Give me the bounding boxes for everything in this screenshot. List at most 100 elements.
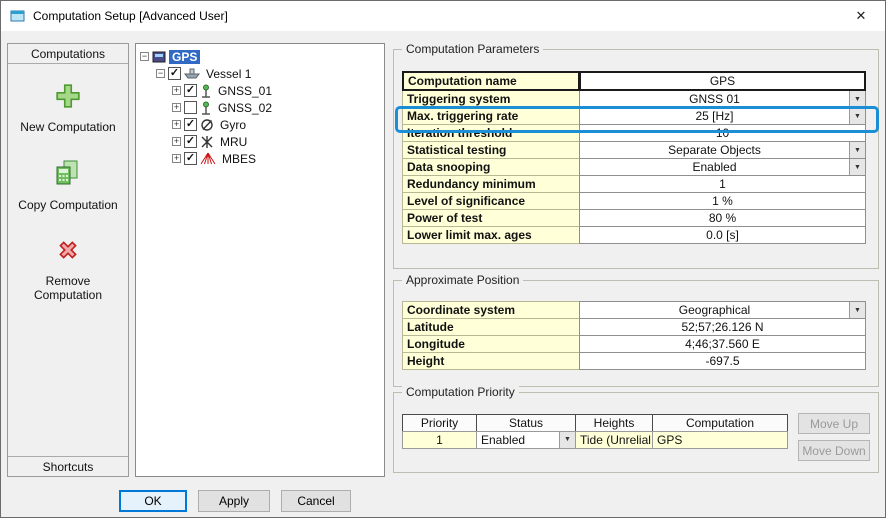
gyro-checkbox[interactable]: ✓ (184, 118, 197, 131)
param-label: Max. triggering rate (402, 107, 580, 125)
data-snooping-select[interactable]: Enabled▼ (579, 158, 866, 176)
mbes-checkbox[interactable]: ✓ (184, 152, 197, 165)
level-of-significance-value[interactable]: 1 % (579, 192, 866, 210)
group-title: Approximate Position (402, 273, 523, 287)
expand-toggle[interactable]: + (172, 103, 181, 112)
dropdown-arrow-icon[interactable]: ▼ (559, 432, 575, 448)
vessel-icon (184, 67, 200, 80)
height-value[interactable]: -697.5 (579, 352, 866, 370)
tree-item-vessel[interactable]: Vessel 1 (203, 67, 254, 81)
param-label: Triggering system (402, 90, 580, 108)
statistical-testing-select[interactable]: Separate Objects▼ (579, 141, 866, 159)
triggering-system-select[interactable]: GNSS 01▼ (579, 90, 866, 108)
gnss-antenna-icon (200, 101, 212, 115)
gnss02-checkbox[interactable] (184, 101, 197, 114)
param-label: Redundancy minimum (402, 175, 580, 193)
expand-toggle[interactable]: + (172, 86, 181, 95)
expand-toggle[interactable]: − (156, 69, 165, 78)
tree-item-mru[interactable]: MRU (217, 135, 250, 149)
move-down-button[interactable]: Move Down (798, 440, 870, 461)
cancel-button[interactable]: Cancel (281, 490, 351, 512)
dropdown-arrow-icon[interactable]: ▼ (849, 108, 865, 124)
tree-item-gps[interactable]: GPS (169, 50, 200, 64)
param-label: Coordinate system (402, 301, 580, 319)
vessel-checkbox[interactable]: ✓ (168, 67, 181, 80)
computation-setup-window: Computation Setup [Advanced User] ✕ Comp… (0, 0, 886, 518)
longitude-value[interactable]: 4;46;37.560 E (579, 335, 866, 353)
tree-row-gps: − GPS (138, 48, 382, 65)
param-row: Power of test 80 % (402, 209, 866, 227)
param-row: Max. triggering rate 25 [Hz]▼ (402, 107, 866, 125)
computation-priority-group: Computation Priority Priority Status Hei… (393, 392, 879, 473)
tree-item-gnss01[interactable]: GNSS_01 (215, 84, 275, 98)
heights-cell[interactable]: Tide (Unrelial (575, 431, 653, 449)
tree-item-gyro[interactable]: Gyro (217, 118, 249, 132)
lower-limit-max-ages-value[interactable]: 0.0 [s] (579, 226, 866, 244)
plus-icon (55, 83, 81, 112)
dropdown-arrow-icon[interactable]: ▼ (849, 91, 865, 107)
param-row: Height -697.5 (402, 352, 866, 370)
latitude-value[interactable]: 52;57;26.126 N (579, 318, 866, 336)
window-title: Computation Setup [Advanced User] (33, 9, 846, 23)
computation-tree: − GPS − ✓ Vessel 1 + ✓ GNSS_01 + (135, 43, 385, 477)
new-computation-button[interactable]: New Computation (8, 70, 128, 146)
mbes-fan-icon (200, 152, 216, 165)
param-row: Longitude 4;46;37.560 E (402, 335, 866, 353)
priority-data-row: 1 Enabled▼ Tide (Unrelial GPS (402, 431, 788, 449)
dropdown-arrow-icon[interactable]: ▼ (849, 142, 865, 158)
column-header: Priority (402, 414, 477, 432)
param-label: Lower limit max. ages (402, 226, 580, 244)
mru-checkbox[interactable]: ✓ (184, 135, 197, 148)
computation-parameters-group: Computation Parameters Computation name … (393, 49, 879, 269)
approximate-position-table: Coordinate system Geographical▼ Latitude… (402, 302, 866, 370)
sidebar-actions: New Computation Copy Computation Re (8, 70, 128, 314)
dropdown-arrow-icon[interactable]: ▼ (849, 302, 865, 318)
param-label: Latitude (402, 318, 580, 336)
computation-icon (152, 51, 166, 63)
computation-cell[interactable]: GPS (652, 431, 788, 449)
coordinate-system-select[interactable]: Geographical▼ (579, 301, 866, 319)
apply-button[interactable]: Apply (198, 490, 270, 512)
copy-icon (53, 159, 83, 190)
param-label: Data snooping (402, 158, 580, 176)
sidebar-tab-shortcuts[interactable]: Shortcuts (8, 456, 128, 476)
priority-cell[interactable]: 1 (402, 431, 477, 449)
param-row: Lower limit max. ages 0.0 [s] (402, 226, 866, 244)
sidebar-tab-computations[interactable]: Computations (8, 44, 128, 64)
param-row: Level of significance 1 % (402, 192, 866, 210)
move-up-button[interactable]: Move Up (798, 413, 870, 434)
expand-toggle[interactable]: + (172, 120, 181, 129)
column-header: Computation (652, 414, 788, 432)
dropdown-arrow-icon[interactable]: ▼ (849, 159, 865, 175)
remove-x-icon (55, 237, 81, 266)
tree-item-mbes[interactable]: MBES (219, 152, 259, 166)
settings-panel: Computation Parameters Computation name … (393, 41, 879, 477)
remove-computation-button[interactable]: Remove Computation (8, 224, 128, 314)
titlebar: Computation Setup [Advanced User] ✕ (1, 1, 885, 31)
status-select[interactable]: Enabled▼ (476, 431, 576, 449)
gnss01-checkbox[interactable]: ✓ (184, 84, 197, 97)
column-header: Heights (575, 414, 653, 432)
param-label: Statistical testing (402, 141, 580, 159)
tree-item-gnss02[interactable]: GNSS_02 (215, 101, 275, 115)
param-label: Computation name (402, 71, 580, 91)
ok-button[interactable]: OK (119, 490, 187, 512)
computation-name-value[interactable]: GPS (579, 71, 866, 91)
iteration-threshold-value[interactable]: 10 (579, 124, 866, 142)
tree-row-vessel: − ✓ Vessel 1 (138, 65, 382, 82)
redundancy-minimum-value[interactable]: 1 (579, 175, 866, 193)
param-row: Statistical testing Separate Objects▼ (402, 141, 866, 159)
param-label: Height (402, 352, 580, 370)
tree-row-gnss01: + ✓ GNSS_01 (138, 82, 382, 99)
close-icon[interactable]: ✕ (846, 1, 876, 31)
expand-toggle[interactable]: + (172, 154, 181, 163)
remove-computation-label: Remove Computation (10, 274, 126, 302)
expand-toggle[interactable]: + (172, 137, 181, 146)
power-of-test-value[interactable]: 80 % (579, 209, 866, 227)
max-triggering-rate-select[interactable]: 25 [Hz]▼ (579, 107, 866, 125)
copy-computation-button[interactable]: Copy Computation (8, 146, 128, 224)
group-title: Computation Parameters (402, 42, 543, 56)
param-label: Iteration threshold (402, 124, 580, 142)
sidebar: Computations New Computation Copy Com (7, 43, 129, 477)
expand-toggle[interactable]: − (140, 52, 149, 61)
